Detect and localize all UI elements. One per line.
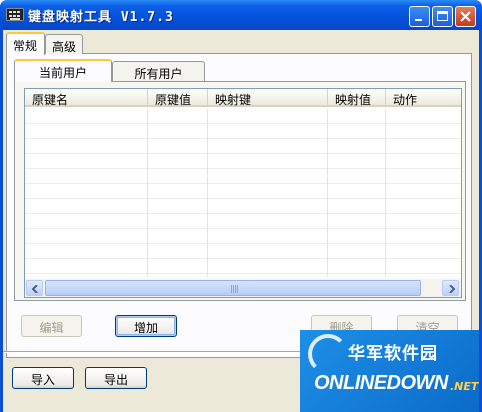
scroll-left-button[interactable]: [26, 280, 43, 296]
scroll-right-button[interactable]: [442, 280, 459, 296]
chevron-right-icon: [449, 285, 455, 293]
column-divider: [147, 109, 148, 277]
import-button[interactable]: 导入: [12, 367, 74, 389]
minimize-icon: [415, 19, 422, 21]
horizontal-scrollbar[interactable]: [25, 279, 461, 297]
chevron-left-icon: [32, 285, 38, 293]
close-icon: [460, 11, 471, 22]
tab-advanced[interactable]: 高级: [45, 34, 83, 54]
app-window: 键盘映射工具 V1.7.3 常规 高级 当前用户 所有用户 原键名 原键值 映射…: [0, 0, 482, 412]
logo-arc-icon: [308, 334, 348, 374]
watermark-logo: 华军软件园 ONLINEDOWN .NET: [300, 330, 479, 412]
column-original-key-name[interactable]: 原键名: [25, 89, 148, 107]
watermark-cn-text: 华军软件园: [348, 344, 438, 364]
watermark-en-text: ONLINEDOWN: [314, 372, 448, 394]
maximize-icon: [437, 11, 448, 21]
column-divider: [207, 109, 208, 277]
column-action[interactable]: 动作: [386, 89, 461, 107]
table-header: 原键名 原键值 映射键 映射值 动作: [25, 89, 461, 107]
edit-button[interactable]: 编辑: [21, 315, 82, 337]
column-mapped-key[interactable]: 映射键: [208, 89, 328, 107]
column-mapped-value[interactable]: 映射值: [328, 89, 386, 107]
column-original-key-value[interactable]: 原键值: [148, 89, 208, 107]
maximize-button[interactable]: [432, 6, 453, 27]
close-button[interactable]: [455, 6, 476, 27]
add-button[interactable]: 增加: [115, 315, 177, 337]
watermark-suffix: .NET: [450, 380, 479, 393]
column-divider: [327, 109, 328, 277]
title-bar[interactable]: 键盘映射工具 V1.7.3: [0, 0, 482, 30]
minimize-button[interactable]: [409, 6, 430, 27]
keyboard-icon: [6, 8, 24, 21]
key-mapping-table[interactable]: 原键名 原键值 映射键 映射值 动作: [24, 88, 462, 298]
tab-all-users[interactable]: 所有用户: [112, 61, 205, 81]
tab-current-user[interactable]: 当前用户: [14, 59, 112, 82]
column-divider: [385, 109, 386, 277]
grip-icon: [231, 285, 239, 293]
tab-general[interactable]: 常规: [6, 32, 45, 55]
scrollbar-thumb[interactable]: [45, 280, 421, 296]
window-title: 键盘映射工具 V1.7.3: [28, 10, 174, 25]
table-body[interactable]: [25, 109, 461, 277]
export-button[interactable]: 导出: [85, 367, 147, 389]
